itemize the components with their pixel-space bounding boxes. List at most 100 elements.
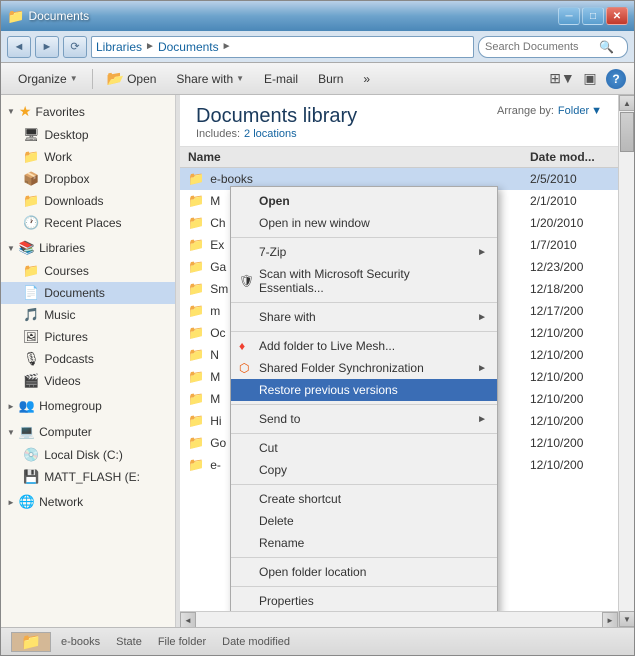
sidebar-item-music[interactable]: 🎵 Music [1, 304, 175, 326]
ctx-7zip[interactable]: 7-Zip ► [231, 241, 497, 263]
file-folder-icon: 📁 [188, 193, 204, 209]
ctx-scan-ms[interactable]: 🛡 Scan with Microsoft Security Essential… [231, 263, 497, 299]
ctx-shared-folder-sync[interactable]: ⬡ Shared Folder Synchronization ► [231, 357, 497, 379]
sidebar-item-documents[interactable]: 📄 Documents [1, 282, 175, 304]
file-folder-icon: 📁 [188, 435, 204, 451]
documents-path-item[interactable]: Documents [158, 40, 219, 54]
open-button[interactable]: 📂 Open [98, 67, 166, 91]
favorites-header[interactable]: ▼ ★ Favorites [1, 99, 175, 124]
ctx-open-new-window[interactable]: Open in new window [231, 212, 497, 234]
library-header: Documents library Includes: 2 locations … [180, 95, 618, 147]
file-date: 1/7/2010 [530, 238, 610, 252]
status-folder-name: e-books [61, 636, 100, 648]
share-with-button[interactable]: Share with ▼ [167, 67, 253, 91]
file-date: 12/17/200 [530, 304, 610, 318]
address-path[interactable]: Libraries ► Documents ► [91, 36, 474, 58]
sidebar-item-downloads[interactable]: 📁 Downloads [1, 190, 175, 212]
file-folder-icon: 📁 [188, 369, 204, 385]
minimize-button[interactable]: ─ [558, 7, 580, 25]
back-button[interactable]: ◄ [7, 36, 31, 58]
status-thumbnail: 📁 [11, 632, 51, 652]
h-scroll-track[interactable] [196, 612, 602, 627]
libraries-path-item[interactable]: Libraries [96, 40, 142, 54]
ctx-add-folder-live[interactable]: ♦ Add folder to Live Mesh... [231, 335, 497, 357]
sidebar-item-local-disk[interactable]: 💿 Local Disk (C:) [1, 444, 175, 466]
ctx-share-with[interactable]: Share with ► [231, 306, 497, 328]
ctx-delete[interactable]: Delete [231, 510, 497, 532]
refresh-icon: ⟳ [70, 40, 79, 53]
address-bar: ◄ ► ⟳ Libraries ► Documents ► 🔍 [1, 31, 634, 63]
file-folder-icon: 📁 [188, 413, 204, 429]
col-header-name[interactable]: Name [188, 150, 530, 164]
ctx-send-to[interactable]: Send to ► [231, 408, 497, 430]
explorer-window: 📁 Documents ─ □ ✕ ◄ ► ⟳ Libraries ► Docu… [0, 0, 635, 656]
search-input[interactable] [485, 41, 595, 53]
folder-thumb-icon: 📁 [21, 632, 41, 652]
col-header-date[interactable]: Date mod... [530, 150, 610, 164]
vertical-scrollbar[interactable]: ▲ ▼ [618, 95, 634, 627]
arrange-by: Arrange by: Folder ▼ [497, 105, 602, 117]
courses-icon: 📁 [23, 263, 39, 279]
v-scroll-up-button[interactable]: ▲ [619, 95, 634, 111]
computer-header[interactable]: ▼ 💻 Computer [1, 420, 175, 444]
libraries-header[interactable]: ▼ 📚 Libraries [1, 236, 175, 260]
h-scroll-left-button[interactable]: ◄ [180, 612, 196, 627]
ctx-rename[interactable]: Rename [231, 532, 497, 554]
file-name: e-books [210, 172, 524, 186]
file-date: 12/10/200 [530, 436, 610, 450]
sidebar-item-desktop[interactable]: 🖥 Desktop [1, 124, 175, 146]
search-icon[interactable]: 🔍 [599, 40, 614, 54]
documents-icon: 📄 [23, 285, 39, 301]
ctx-restore-previous[interactable]: Restore previous versions [231, 379, 497, 401]
file-date: 12/10/200 [530, 458, 610, 472]
v-scroll-track[interactable] [619, 111, 634, 611]
h-scroll-right-button[interactable]: ► [602, 612, 618, 627]
homegroup-header[interactable]: ► 👥 Homegroup [1, 394, 175, 418]
homegroup-group: ► 👥 Homegroup [1, 394, 175, 418]
sidebar-item-dropbox[interactable]: 📦 Dropbox [1, 168, 175, 190]
ctx-sync-arrow-icon: ► [477, 363, 487, 374]
view-options-button[interactable]: ⊞▼ [550, 68, 574, 90]
ctx-properties[interactable]: Properties [231, 590, 497, 611]
ctx-7zip-arrow-icon: ► [477, 247, 487, 258]
ctx-open-folder-location[interactable]: Open folder location [231, 561, 497, 583]
horizontal-scrollbar[interactable]: ◄ ► [180, 611, 618, 627]
sidebar-item-podcasts[interactable]: 🎙 Podcasts [1, 348, 175, 370]
sidebar-item-recent-places[interactable]: 🕐 Recent Places [1, 212, 175, 234]
maximize-button[interactable]: □ [582, 7, 604, 25]
sidebar-item-videos[interactable]: 🎬 Videos [1, 370, 175, 392]
arrange-by-value[interactable]: Folder ▼ [558, 105, 602, 117]
sidebar-item-work[interactable]: 📁 Work [1, 146, 175, 168]
libraries-chevron-icon: ▼ [7, 244, 15, 253]
ctx-copy[interactable]: Copy [231, 459, 497, 481]
help-button[interactable]: ? [606, 69, 626, 89]
v-scroll-thumb[interactable] [620, 112, 634, 152]
email-button[interactable]: E-mail [255, 67, 307, 91]
sidebar-item-pictures[interactable]: 🖼 Pictures [1, 326, 175, 348]
close-button[interactable]: ✕ [606, 7, 628, 25]
organize-button[interactable]: Organize ▼ [9, 67, 87, 91]
forward-icon: ► [42, 41, 53, 53]
arrange-by-label: Arrange by: [497, 105, 554, 117]
network-group: ► 🌐 Network [1, 490, 175, 514]
locations-link[interactable]: 2 locations [244, 128, 297, 140]
sidebar-item-matt-flash[interactable]: 💾 MATT_FLASH (E: [1, 466, 175, 488]
refresh-button[interactable]: ⟳ [63, 36, 87, 58]
ctx-cut[interactable]: Cut [231, 437, 497, 459]
ctx-create-shortcut[interactable]: Create shortcut [231, 488, 497, 510]
ctx-open[interactable]: Open [231, 190, 497, 212]
network-header[interactable]: ► 🌐 Network [1, 490, 175, 514]
forward-button[interactable]: ► [35, 36, 59, 58]
more-button[interactable]: » [354, 67, 379, 91]
sidebar-item-courses[interactable]: 📁 Courses [1, 260, 175, 282]
burn-button[interactable]: Burn [309, 67, 352, 91]
includes-label: Includes: [196, 128, 240, 140]
computer-chevron-icon: ▼ [7, 428, 15, 437]
local-disk-icon: 💿 [23, 447, 39, 463]
search-box[interactable]: 🔍 [478, 36, 628, 58]
sidebar: ▼ ★ Favorites 🖥 Desktop 📁 Work 📦 Dr [1, 95, 176, 627]
preview-pane-button[interactable]: ▣ [578, 68, 602, 90]
status-file-folder: File folder [158, 636, 206, 648]
v-scroll-down-button[interactable]: ▼ [619, 611, 634, 627]
file-folder-icon: 📁 [188, 171, 204, 187]
